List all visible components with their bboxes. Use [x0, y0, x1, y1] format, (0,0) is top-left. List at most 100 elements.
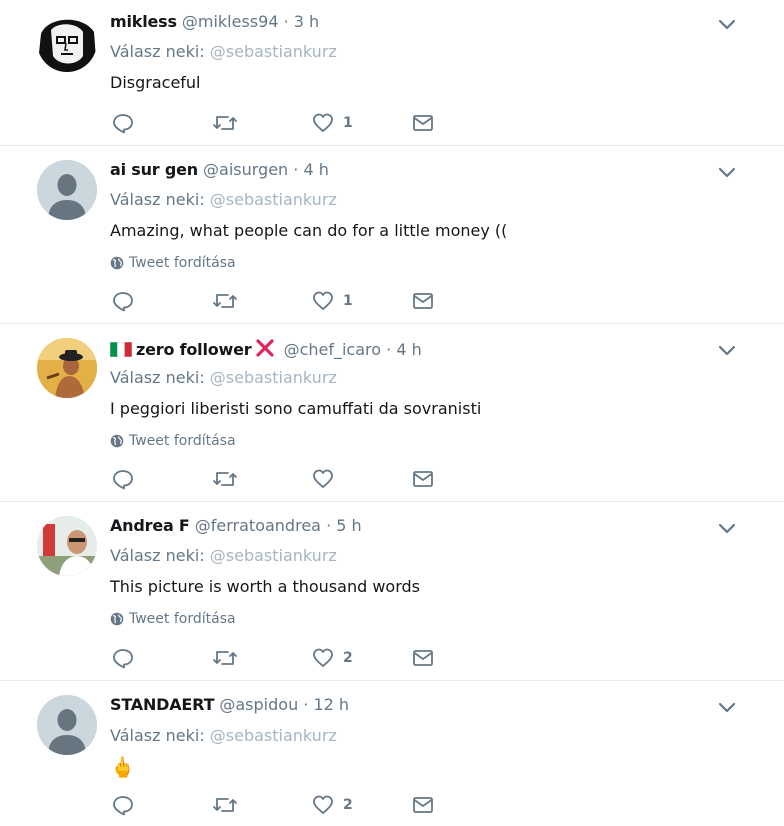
retweet-button[interactable] [212, 468, 238, 490]
envelope-icon [413, 471, 433, 487]
direct-message-button[interactable] [412, 468, 434, 490]
envelope-icon [413, 293, 433, 309]
reply-mention-link[interactable]: @sebastiankurz [210, 190, 337, 209]
separator-dot: · [293, 160, 299, 179]
reply-button[interactable] [112, 794, 134, 816]
avatar[interactable] [37, 338, 97, 398]
like-count: 2 [343, 650, 353, 666]
like-button[interactable]: 1 [312, 290, 353, 312]
user-handle[interactable]: @aspidou [219, 695, 298, 714]
like-button[interactable] [312, 468, 343, 490]
direct-message-button[interactable] [412, 647, 434, 669]
heart-icon [313, 469, 333, 488]
retweet-icon [213, 798, 237, 812]
retweet-button[interactable] [212, 112, 238, 134]
direct-message-button[interactable] [412, 290, 434, 312]
tweet-text: Disgraceful [110, 73, 201, 92]
reply-mention-link[interactable]: @sebastiankurz [210, 368, 337, 387]
envelope-icon [413, 115, 433, 131]
timestamp[interactable]: 4 h [303, 160, 328, 179]
reply-mention-link[interactable]: @sebastiankurz [210, 726, 337, 745]
chevron-down-icon[interactable] [716, 339, 738, 361]
like-button[interactable]: 2 [312, 647, 353, 669]
translate-tweet-link[interactable]: Tweet fordítása [110, 254, 236, 272]
reply-icon [113, 292, 133, 312]
tweet-actions [112, 468, 452, 492]
tweet-header: mikless @mikless94 · 3 h [110, 12, 319, 32]
heart-icon [313, 648, 333, 667]
chevron-down-icon[interactable] [716, 517, 738, 539]
tweet-actions: 1 [112, 290, 452, 314]
avatar[interactable] [37, 160, 97, 220]
tweet[interactable]: mikless @mikless94 · 3 h Válasz neki: @s… [0, 0, 784, 146]
tweet[interactable]: STANDAERT @aspidou · 12 h Válasz neki: @… [0, 681, 784, 826]
avatar[interactable] [37, 12, 97, 72]
tweet-text: I peggiori liberisti sono camuffati da s… [110, 399, 482, 418]
reply-button[interactable] [112, 647, 134, 669]
timestamp[interactable]: 12 h [313, 695, 349, 714]
display-name[interactable]: mikless [110, 12, 177, 31]
user-handle[interactable]: @aisurgen [203, 160, 288, 179]
retweet-icon [213, 294, 237, 308]
reply-icon [113, 470, 133, 490]
reply-button[interactable] [112, 468, 134, 490]
retweet-button[interactable] [212, 290, 238, 312]
reply-icon [113, 796, 133, 816]
timestamp[interactable]: 5 h [336, 516, 361, 535]
display-name[interactable]: STANDAERT [110, 695, 214, 714]
avatar[interactable] [37, 516, 97, 576]
retweet-button[interactable] [212, 794, 238, 816]
tweet-header: Andrea F @ferratoandrea · 5 h [110, 516, 362, 536]
italy-flag-emoji [110, 342, 132, 357]
translate-tweet-link[interactable]: Tweet fordítása [110, 610, 236, 628]
like-count: 1 [343, 115, 353, 131]
tweet[interactable]: zero follower @chef_icaro · 4 h Válasz n… [0, 324, 784, 502]
retweet-icon [213, 651, 237, 665]
reply-context: Válasz neki: @sebastiankurz [110, 190, 337, 210]
user-handle[interactable]: @mikless94 [182, 12, 279, 31]
like-button[interactable]: 1 [312, 112, 353, 134]
tweet-actions: 2 [112, 647, 452, 671]
reply-context: Válasz neki: @sebastiankurz [110, 546, 337, 566]
reply-prefix: Válasz neki: [110, 546, 205, 565]
display-name[interactable]: zero follower [136, 340, 252, 359]
chevron-down-icon[interactable] [716, 696, 738, 718]
globe-icon [110, 256, 124, 270]
reply-context: Válasz neki: @sebastiankurz [110, 42, 337, 62]
reply-icon [113, 114, 133, 134]
direct-message-button[interactable] [412, 112, 434, 134]
user-handle[interactable]: @ferratoandrea [195, 516, 321, 535]
reply-prefix: Válasz neki: [110, 726, 205, 745]
retweet-icon [213, 472, 237, 486]
reply-mention-link[interactable]: @sebastiankurz [210, 546, 337, 565]
tweet-header: ai sur gen @aisurgen · 4 h [110, 160, 329, 180]
heart-icon [313, 795, 333, 814]
reply-button[interactable] [112, 290, 134, 312]
chevron-down-icon[interactable] [716, 13, 738, 35]
display-name[interactable]: Andrea F [110, 516, 190, 535]
retweet-button[interactable] [212, 647, 238, 669]
avatar[interactable] [37, 695, 97, 755]
reply-icon [113, 649, 133, 669]
display-name[interactable]: ai sur gen [110, 160, 198, 179]
reply-mention-link[interactable]: @sebastiankurz [210, 42, 337, 61]
reply-button[interactable] [112, 112, 134, 134]
tweet[interactable]: ai sur gen @aisurgen · 4 h Válasz neki: … [0, 146, 784, 324]
like-button[interactable]: 2 [312, 794, 353, 816]
reply-prefix: Válasz neki: [110, 42, 205, 61]
user-handle[interactable]: @chef_icaro [284, 340, 381, 359]
default-avatar-icon [37, 695, 97, 755]
translate-tweet-link[interactable]: Tweet fordítása [110, 432, 236, 450]
heart-icon [313, 291, 333, 310]
timestamp[interactable]: 3 h [294, 12, 319, 31]
reply-prefix: Válasz neki: [110, 190, 205, 209]
tweet-actions: 2 [112, 794, 452, 818]
chevron-down-icon[interactable] [716, 161, 738, 183]
timestamp[interactable]: 4 h [396, 340, 421, 359]
tweet[interactable]: Andrea F @ferratoandrea · 5 h Válasz nek… [0, 502, 784, 681]
translate-label: Tweet fordítása [129, 611, 236, 627]
envelope-icon [413, 650, 433, 666]
default-avatar-icon [37, 160, 97, 220]
direct-message-button[interactable] [412, 794, 434, 816]
tweet-header: zero follower @chef_icaro · 4 h [110, 338, 422, 360]
